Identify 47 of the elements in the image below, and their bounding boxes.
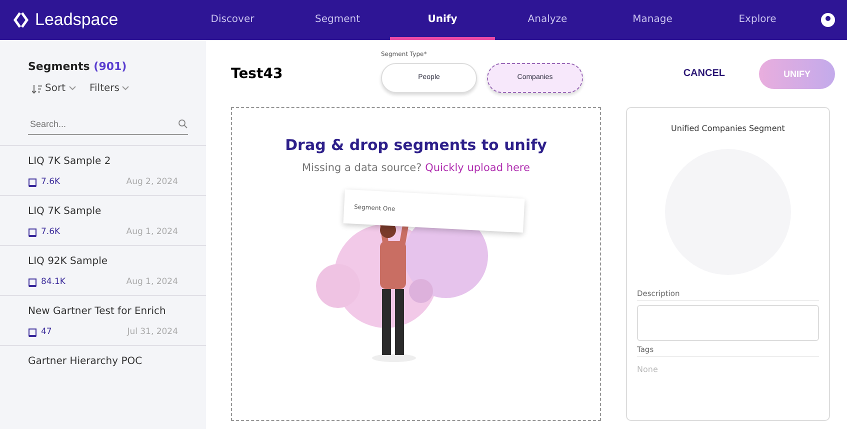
logo-text: Leadspace: [35, 10, 118, 30]
search-icon: [178, 119, 188, 129]
sort-button[interactable]: Sort: [45, 83, 66, 94]
segment-item[interactable]: LIQ 7K Sample 2 7.6K Aug 2, 2024: [0, 145, 206, 195]
nav-tab[interactable]: Analyze: [495, 0, 600, 40]
logo-icon: [12, 11, 30, 29]
segment-date: Aug 1, 2024: [126, 277, 178, 287]
segment-name: Gartner Hierarchy POC: [28, 356, 144, 367]
segment-title: Test43: [231, 66, 284, 82]
nav-tab[interactable]: Segment: [285, 0, 390, 40]
nav-tab[interactable]: Explore: [705, 0, 810, 40]
nav-tab[interactable]: Unify: [390, 0, 495, 40]
segment-size: 7.6K: [28, 177, 60, 187]
nav-tab[interactable]: Discover: [180, 0, 285, 40]
cancel-button[interactable]: CANCEL: [677, 67, 731, 80]
drop-heading: Drag & drop segments to unify: [285, 136, 547, 154]
user-icon[interactable]: [821, 13, 835, 27]
segment-name: New Gartner Test for Enrich: [28, 306, 167, 317]
segment-date: Aug 1, 2024: [126, 227, 178, 237]
panel-title: Unified Companies Segment: [671, 124, 785, 133]
building-icon: [28, 178, 37, 186]
segment-name: LIQ 92K Sample: [28, 256, 109, 267]
segment-item[interactable]: LIQ 7K Sample 7.6K Aug 1, 2024: [0, 195, 206, 245]
chevron-icon: [122, 86, 130, 91]
upload-prompt: Missing a data source? Quickly upload here: [302, 162, 530, 174]
search-field[interactable]: Search...: [28, 118, 178, 130]
building-icon: [28, 278, 37, 286]
segment-item[interactable]: LIQ 92K Sample 84.1K Aug 1, 2024: [0, 245, 206, 295]
segment-size: 84.1K: [28, 277, 66, 287]
nav-tab[interactable]: Manage: [600, 0, 705, 40]
segment-date: Aug 2, 2024: [126, 177, 178, 187]
building-icon: [28, 228, 37, 236]
segment-name: LIQ 7K Sample 2: [28, 156, 112, 167]
description-field[interactable]: [637, 305, 819, 341]
building-icon: [28, 328, 37, 336]
segment-item[interactable]: New Gartner Test for Enrich 47 Jul 31, 2024: [0, 295, 206, 345]
filters-button[interactable]: Filters: [90, 83, 120, 94]
segment-date: Jul 31, 2024: [127, 327, 178, 337]
segment-item[interactable]: Gartner Hierarchy POC: [0, 345, 206, 375]
segment-name: LIQ 7K Sample: [28, 206, 102, 217]
upload-link[interactable]: Quickly upload here: [425, 162, 530, 174]
tags-value: None: [637, 365, 659, 374]
segment-size: 47: [28, 327, 52, 337]
chevron-icon: [68, 86, 76, 91]
sort-icon: [32, 84, 42, 94]
segment-size: 7.6K: [28, 227, 60, 237]
sidebar-title: Segments (901): [27, 60, 128, 73]
